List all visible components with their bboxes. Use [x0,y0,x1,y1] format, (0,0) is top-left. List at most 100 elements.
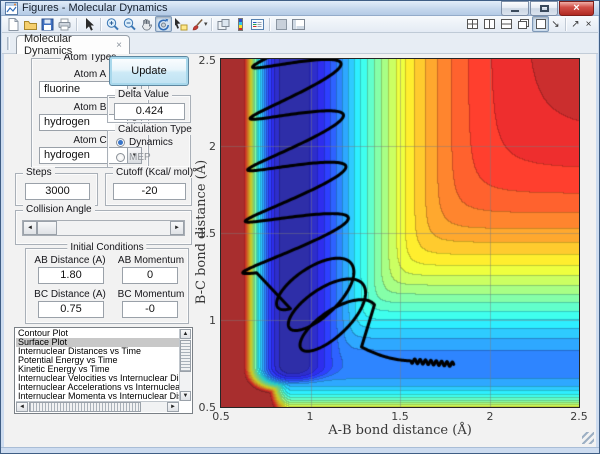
rotate-3d-icon[interactable] [155,16,172,32]
cutoff-group: Cutoff (Kcal/ mol) -20 [105,167,197,206]
radio-unselected-icon [116,153,125,162]
radio-dynamics[interactable]: Dynamics [116,137,173,148]
list-item[interactable]: Internuclear Velocities vs Internuclear … [16,374,179,383]
close-button[interactable]: × [559,1,594,16]
x-tick: 2 [486,410,494,423]
dock-figure-icon[interactable]: ↘ [549,19,562,30]
toolbar-separator [565,17,566,31]
y-tick: 2.5 [198,54,217,67]
bc-momentum-field[interactable]: -0 [122,301,178,318]
tabbar-grip[interactable] [7,37,10,50]
list-item[interactable]: Contour Plot [16,329,179,338]
undock-figure-icon[interactable]: ↗ [569,19,582,30]
edit-plot-icon[interactable] [80,16,97,32]
radio-mep[interactable]: MEP [116,152,151,163]
initial-conditions-group: Initial Conditions AB Distance (A) AB Mo… [25,242,189,324]
maximize-icon [539,5,549,12]
figure-toolbar: ▾ ↘ ↗ × [2,16,598,33]
scroll-down-icon[interactable]: ▼ [180,391,191,401]
ab-momentum-field[interactable]: 0 [122,267,178,284]
window-frame [1,16,4,447]
window-frame [596,16,599,447]
list-item[interactable]: Potential Energy vs Time [16,356,179,365]
close-icon: × [573,2,580,14]
link-plot-icon[interactable] [215,16,232,32]
collision-angle-group: Collision Angle ◄ ► [15,204,192,245]
calculation-type-title: Calculation Type [115,124,195,135]
list-item[interactable]: Kinetic Energy vs Time [16,365,179,374]
insert-colorbar-icon[interactable] [232,16,249,32]
zoom-in-icon[interactable] [104,16,121,32]
close-figures-icon[interactable]: × [582,19,595,30]
delta-value-field[interactable]: 0.424 [114,103,185,120]
y-axis-label: B-C bond distance (Å) [194,159,209,305]
atom-a-value: fluorine [44,83,81,95]
initial-conditions-title: Initial Conditions [67,242,147,253]
toolbar-separator [76,17,77,31]
pan-icon[interactable] [138,16,155,32]
resize-grip[interactable] [582,432,594,444]
toolbar-separator [210,17,212,31]
single-window-icon[interactable] [532,16,549,32]
scroll-right-icon[interactable]: ► [167,402,179,412]
cascade-windows-icon[interactable] [515,16,532,32]
tile-grid-icon[interactable] [464,16,481,32]
slider-thumb[interactable] [37,221,57,235]
hide-plot-tools-icon[interactable] [273,16,290,32]
tile-rows-icon[interactable] [498,16,515,32]
tile-columns-icon[interactable] [481,16,498,32]
cutoff-title: Cutoff (Kcal/ mol) [113,167,197,178]
new-figure-icon[interactable] [5,16,22,32]
steps-title: Steps [23,167,55,178]
radio-dynamics-label: Dynamics [129,137,173,148]
tab-molecular-dynamics[interactable]: Molecular Dynamics × [16,33,130,57]
cutoff-field[interactable]: -20 [113,183,186,200]
titlebar[interactable]: Figures - Molecular Dynamics × [1,1,599,16]
insert-legend-icon[interactable] [249,16,266,32]
scroll-up-icon[interactable]: ▲ [180,329,191,339]
save-figure-icon[interactable] [39,16,56,32]
horizontal-scrollbar[interactable]: ◄ ► [16,401,179,412]
open-file-icon[interactable] [22,16,39,32]
list-item[interactable]: Internuclear Accelerations vs Internucle… [16,383,179,392]
toolbar-separator [100,17,101,31]
slider-right-arrow-icon[interactable]: ► [170,221,184,235]
update-button[interactable]: Update [109,56,189,86]
collision-angle-slider[interactable]: ◄ ► [22,220,185,236]
bc-momentum-label: BC Momentum [117,289,185,300]
x-axis-label: A-B bond distance (Å) [328,423,472,438]
atom-b-value: hydrogen [44,116,90,128]
list-item-selected[interactable]: Surface Plot [16,338,179,347]
vertical-scrollbar[interactable]: ▲ ▼ [179,329,191,401]
delta-value-title: Delta Value [115,89,172,100]
maximize-button[interactable] [530,1,558,16]
tab-close-icon[interactable]: × [116,40,122,51]
horizontal-scroll-thumb[interactable] [29,402,141,412]
collision-angle-title: Collision Angle [23,204,95,215]
minimize-button[interactable] [501,1,529,16]
figures-window: Figures - Molecular Dynamics × ▾ ↘ ↗ × M… [0,0,600,454]
ab-momentum-label: AB Momentum [117,255,185,266]
bc-distance-field[interactable]: 0.75 [38,301,104,318]
pes-axes [220,58,580,408]
radio-selected-icon [116,138,125,147]
brush-dropdown-caret-icon[interactable]: ▾ [204,20,208,28]
pes-contour-plot[interactable] [221,59,579,407]
bc-distance-label: BC Distance (A) [34,289,106,300]
print-figure-icon[interactable] [56,16,73,32]
list-item[interactable]: Internuclear Distances vs Time [16,347,179,356]
list-item[interactable]: Internuclear Momenta vs Internuclear Dis… [16,392,179,401]
plot-type-listbox[interactable]: Contour Plot Surface Plot Internuclear D… [14,327,193,414]
slider-left-arrow-icon[interactable]: ◄ [23,221,37,235]
zoom-out-icon[interactable] [121,16,138,32]
show-plot-tools-icon[interactable] [290,16,307,32]
steps-field[interactable]: 3000 [25,183,90,200]
window-frame [1,447,599,453]
figure-content: Atom Types Atom A fluorine ▾ Atom B hydr… [4,52,596,446]
ab-distance-field[interactable]: 1.80 [38,267,104,284]
minimize-icon [511,10,519,12]
vertical-scroll-thumb[interactable] [180,340,191,372]
data-cursor-icon[interactable] [172,16,189,32]
ab-distance-label: AB Distance (A) [34,255,106,266]
scroll-left-icon[interactable]: ◄ [16,402,28,412]
